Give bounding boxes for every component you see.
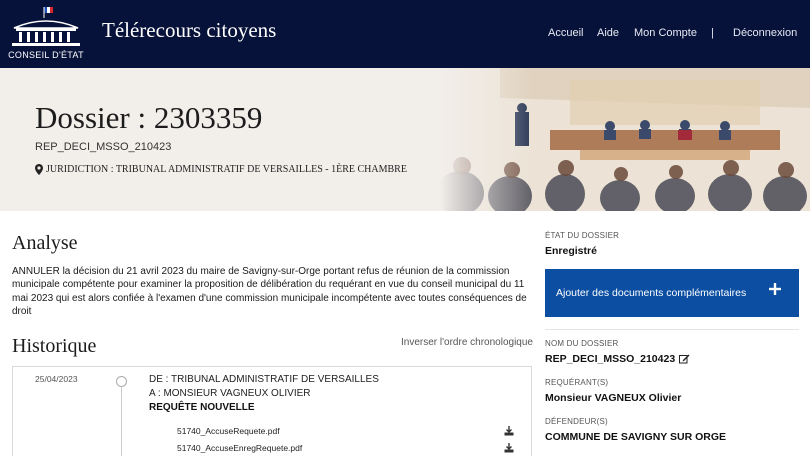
conseil-etat-logo[interactable]: CONSEIL D'ÉTAT <box>8 6 84 64</box>
requerant-label: REQUÉRANT(S) <box>545 378 609 387</box>
timeline-line <box>121 381 122 456</box>
nav-accueil[interactable]: Accueil <box>548 27 583 39</box>
nav-mon-compte[interactable]: Mon Compte <box>634 27 697 39</box>
juridiction-line: JURIDICTION : TRIBUNAL ADMINISTRATIF DE … <box>35 164 407 175</box>
juridiction-text: JURIDICTION : TRIBUNAL ADMINISTRATIF DE … <box>46 164 407 175</box>
logo-text: CONSEIL D'ÉTAT <box>8 50 84 60</box>
event-recipient: A : MONSIEUR VAGNEUX OLIVIER <box>149 388 311 399</box>
analyse-heading: Analyse <box>12 232 78 254</box>
timeline-dot <box>116 376 127 387</box>
nav-aide[interactable]: Aide <box>597 27 619 39</box>
dossier-reference: REP_DECI_MSSO_210423 <box>35 141 172 153</box>
download-icon[interactable] <box>504 426 514 436</box>
event-date: 25/04/2023 <box>35 374 78 384</box>
edit-icon[interactable] <box>679 354 690 364</box>
sidebar-divider <box>545 329 799 330</box>
nav-deconnexion[interactable]: Déconnexion <box>733 27 797 39</box>
nav-separator: | <box>711 27 714 39</box>
defendeur-value: COMMUNE DE SAVIGNY SUR ORGE <box>545 431 727 443</box>
conseil-etat-building-icon <box>12 7 80 46</box>
courtroom-illustration <box>440 68 810 211</box>
nom-dossier-value: REP_DECI_MSSO_210423 <box>545 353 676 365</box>
dossier-banner: Dossier : 2303359 REP_DECI_MSSO_210423 J… <box>0 68 810 211</box>
add-documents-label: Ajouter des documents complémentaires <box>556 287 747 299</box>
event-type: REQUÊTE NOUVELLE <box>149 402 255 413</box>
requerant-value: Monsieur VAGNEUX Olivier <box>545 392 682 404</box>
file-link-accuse-requete[interactable]: 51740_AccuseRequete.pdf <box>177 426 280 436</box>
inverser-order-link[interactable]: Inverser l'ordre chronologique <box>401 337 533 348</box>
add-documents-button[interactable]: Ajouter des documents complémentaires <box>545 269 799 317</box>
top-navigation-bar: CONSEIL D'ÉTAT Télérecours citoyens Accu… <box>0 0 810 68</box>
map-marker-icon <box>35 164 43 175</box>
plus-icon <box>769 283 781 295</box>
historique-timeline: 25/04/2023 DE : TRIBUNAL ADMINISTRATIF D… <box>12 366 532 456</box>
event-sender: DE : TRIBUNAL ADMINISTRATIF DE VERSAILLE… <box>149 374 379 385</box>
etat-dossier-value: Enregistré <box>545 245 597 257</box>
file-link-accuse-enreg-requete[interactable]: 51740_AccuseEnregRequete.pdf <box>177 443 302 453</box>
nom-dossier-row: REP_DECI_MSSO_210423 <box>545 353 690 365</box>
app-title[interactable]: Télérecours citoyens <box>102 18 276 43</box>
historique-heading: Historique <box>12 335 97 357</box>
nom-dossier-label: NOM DU DOSSIER <box>545 339 619 348</box>
etat-dossier-label: ÉTAT DU DOSSIER <box>545 231 620 240</box>
analyse-text: ANNULER la décision du 21 avril 2023 du … <box>12 266 527 318</box>
dossier-title: Dossier : 2303359 <box>35 100 263 135</box>
defendeur-label: DÉFENDEUR(S) <box>545 417 608 426</box>
download-icon[interactable] <box>504 443 514 453</box>
